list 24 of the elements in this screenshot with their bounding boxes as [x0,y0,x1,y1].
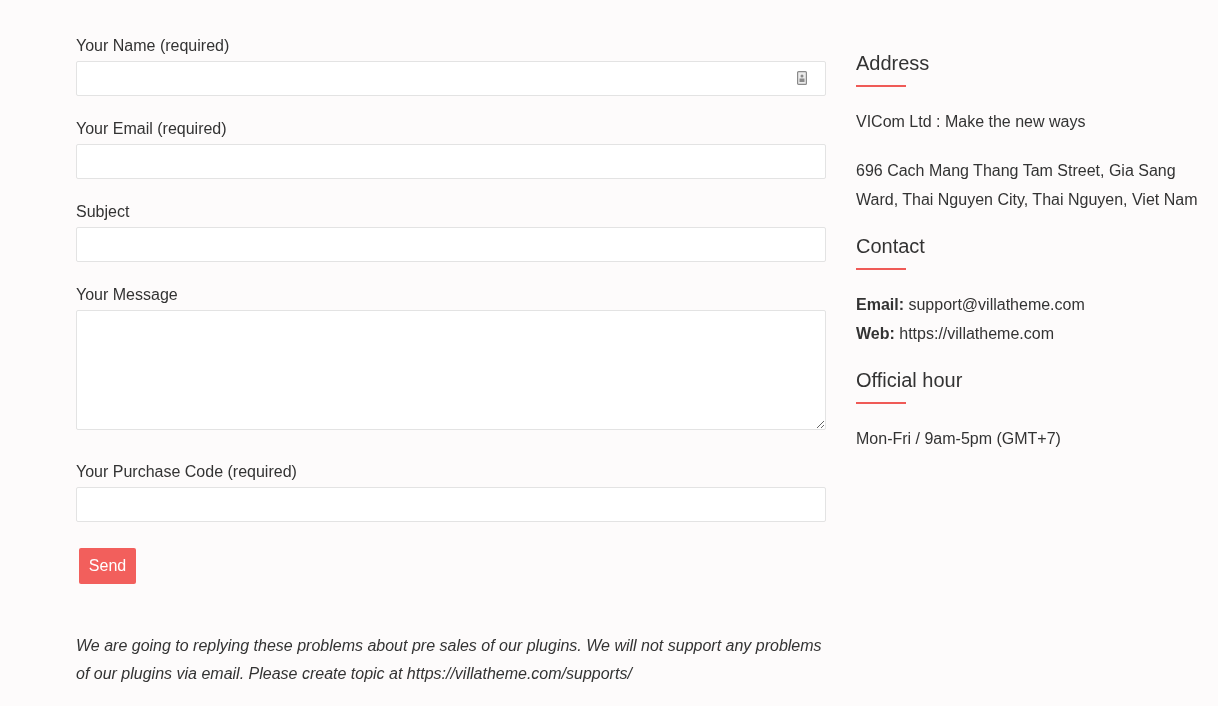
field-label: Your Message [76,285,179,305]
field-label: Your Email (required) [76,119,228,139]
heading-underline [856,85,906,87]
message-textarea[interactable] [76,310,826,430]
info-text: Web: https://villatheme.com [856,324,1055,344]
info-text: VICom Ltd : Make the new ways [856,112,1087,132]
section-heading: Official hour [856,368,964,392]
input-field[interactable] [76,487,826,522]
input-field[interactable] [76,61,826,96]
section-heading: Address [856,51,931,75]
info-text: Mon-Fri / 9am-5pm (GMT+7) [856,429,1062,449]
heading-underline [856,268,906,270]
info-text: Email: support@villatheme.com [856,295,1086,315]
field-label: Your Name (required) [76,36,231,56]
info-text: 696 Cach Mang Thang Tam Street, Gia Sang Ward, Thai Nguyen City, Thai Nguyen, Viet Nam [856,161,1199,210]
section-heading: Contact [856,234,926,258]
contact-card-icon[interactable] [797,71,807,85]
input-field[interactable] [76,227,826,262]
field-label: Subject [76,202,131,222]
support-note: We are going to replying these problems about pre sales of our plugins. We will not support any problems of our plugins via email. Please create topic at https://villatheme.com/supports/ [76,636,823,684]
heading-underline [856,402,906,404]
input-field[interactable] [76,144,826,179]
field-label: Your Purchase Code (required) [76,462,298,482]
send-button[interactable]: Send [79,548,136,584]
